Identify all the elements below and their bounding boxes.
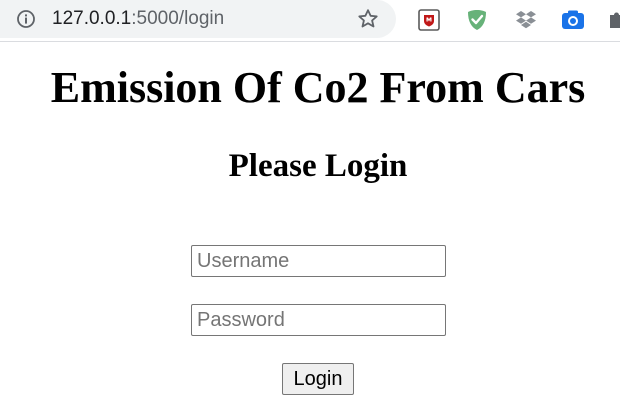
puzzle-icon[interactable] [606,8,620,32]
login-page: Emission Of Co2 From Cars Please Login L… [0,43,620,417]
dropbox-icon[interactable] [514,8,538,32]
star-icon[interactable] [356,7,380,31]
address-bar[interactable]: 127.0.0.1:5000/login [0,0,396,38]
page-subtitle: Please Login [228,148,408,184]
url-path: :5000/login [131,8,225,29]
username-input[interactable] [191,245,446,277]
password-input[interactable] [191,304,446,336]
login-button[interactable]: Login [282,363,354,395]
page-title: Emission Of Co2 From Cars [50,63,586,112]
camera-icon[interactable] [561,8,585,32]
url-text[interactable]: 127.0.0.1:5000/login [52,7,224,31]
url-host: 127.0.0.1 [52,8,132,29]
browser-toolbar: 127.0.0.1:5000/login [0,0,620,42]
adguard-shield-icon[interactable] [465,8,489,32]
info-icon[interactable] [16,9,36,29]
mcafee-shield-icon[interactable] [417,8,441,32]
